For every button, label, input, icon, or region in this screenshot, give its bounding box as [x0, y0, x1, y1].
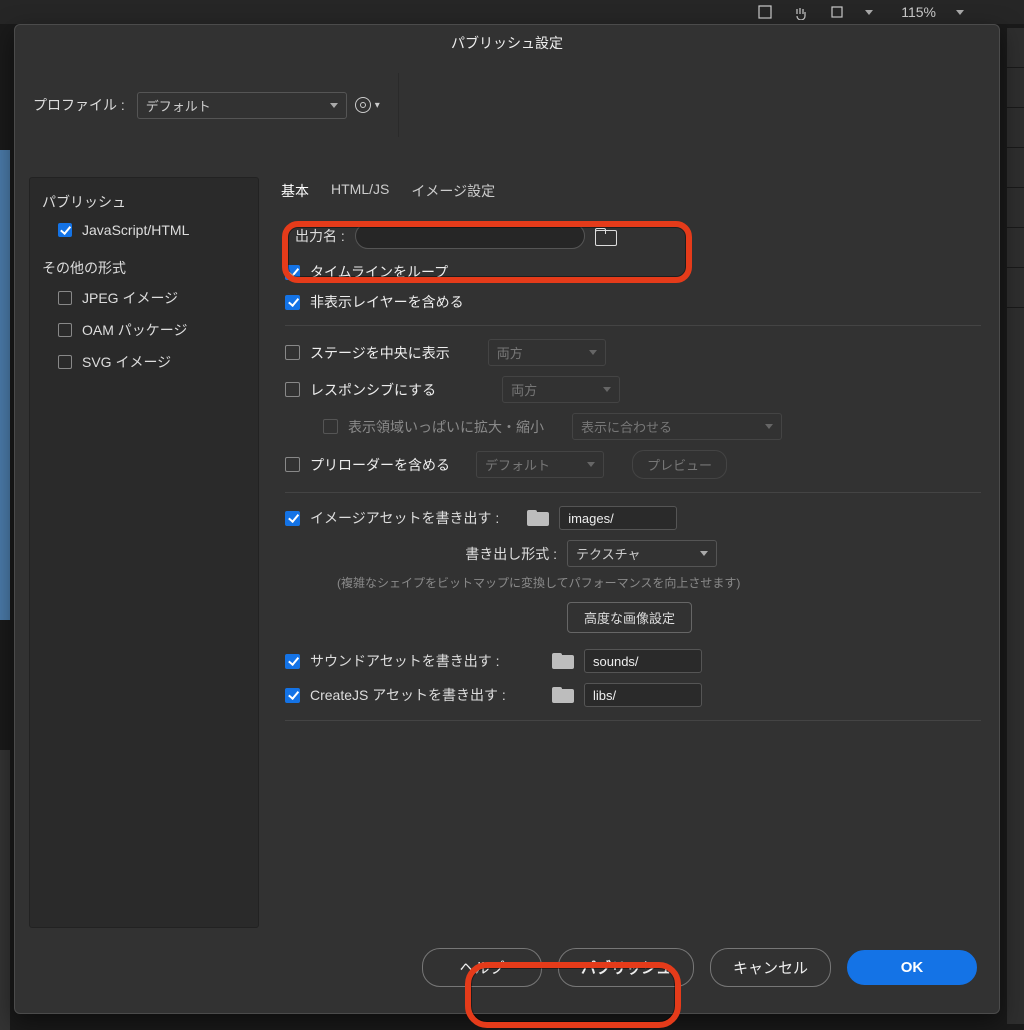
- preloader-value: デフォルト: [485, 455, 550, 474]
- help-button[interactable]: ヘルプ: [422, 948, 542, 987]
- crop-icon: [829, 4, 845, 20]
- export-format-select[interactable]: テクスチャ: [567, 540, 717, 567]
- settings-main: 基本 HTML/JS イメージ設定 出力名 : タイムラインをループ 非表示レイ…: [271, 177, 985, 928]
- bg-timeline-strip: [0, 150, 10, 620]
- center-stage-label: ステージを中央に表示: [310, 343, 450, 363]
- tab-image-settings[interactable]: イメージ設定: [411, 181, 495, 205]
- sidebar-section-other: その他の形式: [30, 252, 258, 282]
- chevron-down-icon: [765, 424, 773, 429]
- divider: [285, 492, 981, 493]
- cancel-button[interactable]: キャンセル: [710, 948, 831, 987]
- sidebar-item-svg[interactable]: SVG イメージ: [30, 346, 258, 378]
- folder-icon[interactable]: [552, 653, 574, 669]
- profile-value: デフォルト: [146, 96, 211, 115]
- chevron-down-icon: [587, 462, 595, 467]
- chevron-down-icon: [589, 350, 597, 355]
- chevron-down-icon: [865, 10, 873, 15]
- chevron-down-icon: [700, 551, 708, 556]
- preview-button: プレビュー: [632, 450, 727, 479]
- app-toolbar: 115%: [0, 0, 1024, 24]
- checkbox-export-images[interactable]: [285, 511, 300, 526]
- divider: [285, 720, 981, 721]
- checkbox-icon[interactable]: [58, 323, 72, 337]
- ok-button[interactable]: OK: [847, 950, 977, 985]
- export-createjs-label: CreateJS アセットを書き出す :: [310, 685, 542, 705]
- sidebar-item-label: OAM パッケージ: [82, 320, 188, 340]
- export-format-value: テクスチャ: [576, 544, 640, 563]
- checkbox-fill-viewport: [323, 419, 338, 434]
- gear-icon[interactable]: [355, 97, 371, 113]
- hand-icon: [793, 4, 809, 20]
- center-stage-select[interactable]: 両方: [488, 339, 606, 366]
- checkbox-icon[interactable]: [58, 355, 72, 369]
- preloader-select: デフォルト: [476, 451, 604, 478]
- include-hidden-label: 非表示レイヤーを含める: [310, 292, 464, 312]
- export-sounds-label: サウンドアセットを書き出す :: [310, 651, 542, 671]
- profile-select[interactable]: デフォルト: [137, 92, 347, 119]
- sidebar-item-label: JavaScript/HTML: [82, 222, 189, 238]
- checkbox-export-createjs[interactable]: [285, 688, 300, 703]
- profile-label: プロファイル :: [33, 95, 125, 115]
- checkbox-include-hidden[interactable]: [285, 295, 300, 310]
- folder-icon[interactable]: [527, 510, 549, 526]
- dialog-title: パブリッシュ設定: [15, 25, 999, 63]
- center-stage-value: 両方: [497, 343, 523, 362]
- loop-timeline-label: タイムラインをループ: [310, 262, 448, 282]
- export-hint: (複雑なシェイプをビットマップに変換してパフォーマンスを向上させます): [275, 572, 981, 597]
- tab-htmljs[interactable]: HTML/JS: [331, 181, 389, 205]
- fill-viewport-label: 表示領域いっぱいに拡大・縮小: [348, 417, 544, 437]
- responsive-label: レスポンシブにする: [310, 380, 436, 400]
- format-sidebar: パブリッシュ JavaScript/HTML その他の形式 JPEG イメージ …: [29, 177, 259, 928]
- sidebar-item-label: JPEG イメージ: [82, 288, 178, 308]
- sidebar-section-publish: パブリッシュ: [30, 186, 258, 216]
- publish-settings-dialog: パブリッシュ設定 プロファイル : デフォルト ▾ パブリッシュ JavaScr…: [14, 24, 1000, 1014]
- sounds-path-input[interactable]: sounds/: [584, 649, 702, 673]
- checkbox-export-sounds[interactable]: [285, 654, 300, 669]
- checkbox-center-stage[interactable]: [285, 345, 300, 360]
- sidebar-item-oam[interactable]: OAM パッケージ: [30, 314, 258, 346]
- checkbox-preloader[interactable]: [285, 457, 300, 472]
- export-images-label: イメージアセットを書き出す :: [310, 508, 505, 528]
- chevron-down-icon: [603, 387, 611, 392]
- output-name-input[interactable]: [355, 223, 585, 249]
- tab-basic[interactable]: 基本: [281, 181, 309, 205]
- fill-viewport-select: 表示に合わせる: [572, 413, 782, 440]
- output-name-label: 出力名 :: [295, 226, 345, 246]
- fill-viewport-value: 表示に合わせる: [581, 417, 672, 436]
- separator: [398, 73, 399, 137]
- publish-button[interactable]: パブリッシュ: [558, 948, 694, 987]
- preloader-label: プリローダーを含める: [310, 455, 450, 475]
- responsive-value: 両方: [511, 380, 537, 399]
- chevron-down-icon: [956, 10, 964, 15]
- export-format-label: 書き出し形式 :: [285, 544, 557, 564]
- sidebar-item-jshtml[interactable]: JavaScript/HTML: [30, 216, 258, 244]
- libs-path-input[interactable]: libs/: [584, 683, 702, 707]
- responsive-select[interactable]: 両方: [502, 376, 620, 403]
- checkbox-checked-icon[interactable]: [58, 223, 72, 237]
- tool-icon: [757, 4, 773, 20]
- images-path-input[interactable]: images/: [559, 506, 677, 530]
- chevron-down-icon: [330, 103, 338, 108]
- sidebar-item-jpeg[interactable]: JPEG イメージ: [30, 282, 258, 314]
- output-name-row: 出力名 :: [275, 215, 981, 257]
- folder-icon[interactable]: [552, 687, 574, 703]
- checkbox-icon[interactable]: [58, 291, 72, 305]
- settings-tabs: 基本 HTML/JS イメージ設定: [275, 177, 981, 215]
- checkbox-responsive[interactable]: [285, 382, 300, 397]
- gear-menu-caret: ▾: [375, 100, 380, 111]
- bg-panel-strip: [0, 750, 10, 1030]
- zoom-level[interactable]: 115%: [901, 4, 936, 20]
- sidebar-item-label: SVG イメージ: [82, 352, 171, 372]
- dialog-footer: ヘルプ パブリッシュ キャンセル OK: [15, 928, 999, 1013]
- folder-open-icon[interactable]: [595, 228, 615, 244]
- bg-right-panel: [1006, 28, 1024, 1024]
- divider: [285, 325, 981, 326]
- checkbox-loop-timeline[interactable]: [285, 265, 300, 280]
- advanced-image-settings-button[interactable]: 高度な画像設定: [567, 602, 692, 633]
